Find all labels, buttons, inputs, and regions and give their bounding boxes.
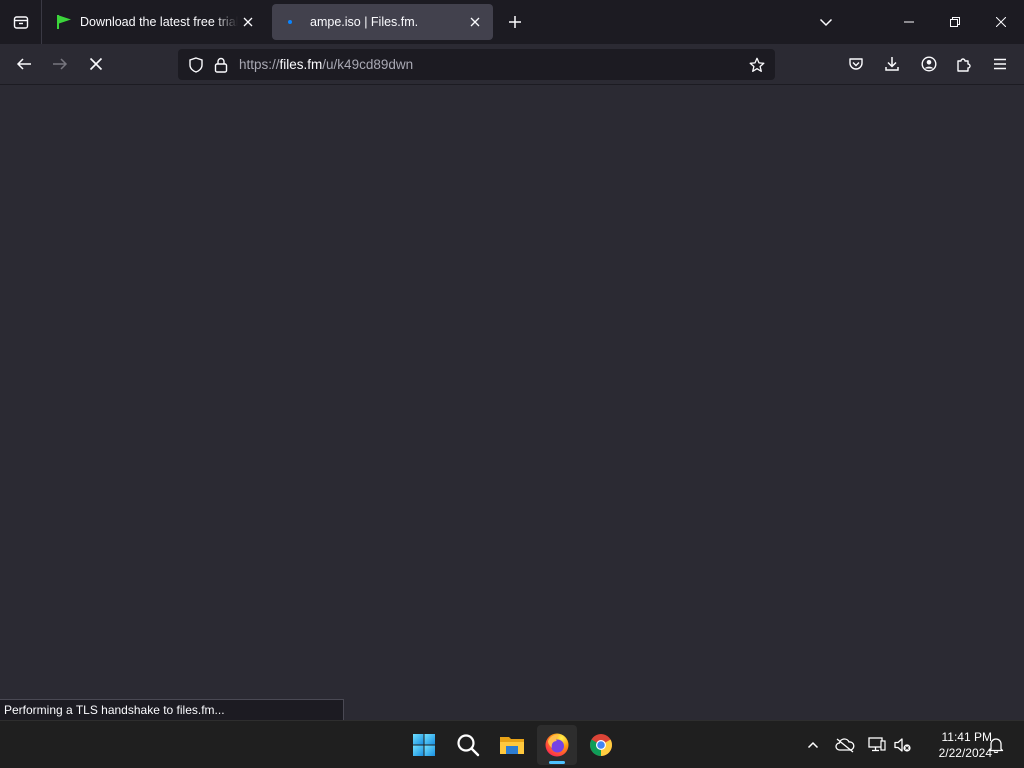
extensions-button[interactable] bbox=[950, 50, 978, 78]
windows-logo-icon bbox=[413, 734, 435, 756]
pocket-icon bbox=[849, 58, 863, 70]
address-bar[interactable]: https://files.fm/u/k49cd89dwn bbox=[178, 49, 775, 80]
tab-download-trial[interactable]: Download the latest free trial version bbox=[46, 4, 266, 40]
url-host: files.fm bbox=[279, 57, 323, 72]
restore-icon bbox=[950, 17, 960, 27]
account-icon bbox=[921, 56, 937, 72]
onedrive-tray-button[interactable] bbox=[833, 733, 857, 757]
folder-icon bbox=[500, 737, 524, 754]
cloud-offline-icon bbox=[835, 738, 855, 753]
active-app-indicator bbox=[549, 761, 565, 764]
taskbar: 11:41 PM 2/22/2024 bbox=[0, 720, 1024, 768]
url-path: /u/k49cd89dwn bbox=[322, 57, 414, 72]
stop-loading-button[interactable] bbox=[82, 50, 110, 78]
bell-icon bbox=[988, 738, 1004, 753]
show-hidden-icons-button[interactable] bbox=[801, 733, 825, 757]
tab-title: Download the latest free trial version bbox=[80, 15, 238, 29]
search-icon bbox=[457, 734, 480, 757]
firefox-icon bbox=[545, 733, 569, 757]
lock-icon[interactable] bbox=[210, 53, 232, 77]
file-explorer-button[interactable] bbox=[492, 725, 532, 765]
status-panel: Performing a TLS handshake to files.fm..… bbox=[0, 699, 344, 721]
volume-tray-button[interactable] bbox=[891, 733, 915, 757]
system-clock[interactable]: 11:41 PM 2/22/2024 bbox=[918, 729, 992, 761]
tab-strip: Download the latest free trial version a… bbox=[0, 0, 1024, 44]
back-button[interactable] bbox=[10, 50, 38, 78]
url-scheme: https:// bbox=[239, 57, 280, 72]
chevron-up-icon bbox=[807, 741, 819, 749]
list-all-tabs-button[interactable] bbox=[0, 0, 42, 44]
hamburger-menu-icon bbox=[994, 58, 1006, 70]
clock-date: 2/22/2024 bbox=[938, 746, 992, 760]
minimize-button[interactable] bbox=[886, 0, 932, 44]
chevron-down-icon bbox=[819, 18, 833, 27]
chrome-taskbar-button[interactable] bbox=[581, 725, 621, 765]
close-tab-icon[interactable] bbox=[465, 12, 485, 32]
network-icon bbox=[868, 737, 886, 752]
restore-button[interactable] bbox=[932, 0, 978, 44]
notifications-button[interactable] bbox=[984, 733, 1008, 757]
close-icon bbox=[996, 17, 1006, 27]
page-content-area bbox=[0, 85, 1024, 720]
forward-arrow-icon bbox=[53, 58, 68, 70]
new-tab-button[interactable] bbox=[503, 10, 527, 34]
tab-files-fm[interactable]: ampe.iso | Files.fm. bbox=[272, 4, 493, 40]
volume-muted-icon bbox=[894, 738, 911, 752]
green-flag-icon bbox=[56, 14, 72, 30]
firefox-taskbar-button[interactable] bbox=[537, 725, 577, 765]
minimize-icon bbox=[904, 21, 914, 23]
close-window-button[interactable] bbox=[978, 0, 1024, 44]
navigation-toolbar: https://files.fm/u/k49cd89dwn bbox=[0, 44, 1024, 85]
stop-icon bbox=[89, 57, 103, 71]
account-button[interactable] bbox=[915, 50, 943, 78]
pocket-button[interactable] bbox=[842, 50, 870, 78]
back-arrow-icon bbox=[16, 58, 31, 70]
tab-list-dropdown[interactable] bbox=[814, 10, 838, 34]
downloads-button[interactable] bbox=[878, 50, 906, 78]
chrome-icon bbox=[590, 734, 612, 756]
loading-dot-icon bbox=[282, 14, 298, 30]
bookmark-star-icon[interactable] bbox=[745, 53, 769, 77]
close-tab-icon[interactable] bbox=[238, 12, 258, 32]
tab-manager-icon bbox=[13, 16, 28, 29]
download-icon bbox=[885, 57, 899, 71]
clock-time: 11:41 PM bbox=[941, 730, 992, 744]
app-menu-button[interactable] bbox=[986, 50, 1014, 78]
tracking-protection-shield-icon[interactable] bbox=[184, 53, 208, 77]
network-tray-button[interactable] bbox=[865, 733, 889, 757]
tab-title: ampe.iso | Files.fm. bbox=[310, 15, 419, 29]
url-text[interactable]: https://files.fm/u/k49cd89dwn bbox=[239, 57, 413, 72]
plus-icon bbox=[509, 16, 521, 28]
forward-button[interactable] bbox=[46, 50, 74, 78]
search-button[interactable] bbox=[448, 725, 488, 765]
start-button[interactable] bbox=[404, 725, 444, 765]
puzzle-piece-icon bbox=[957, 58, 971, 72]
